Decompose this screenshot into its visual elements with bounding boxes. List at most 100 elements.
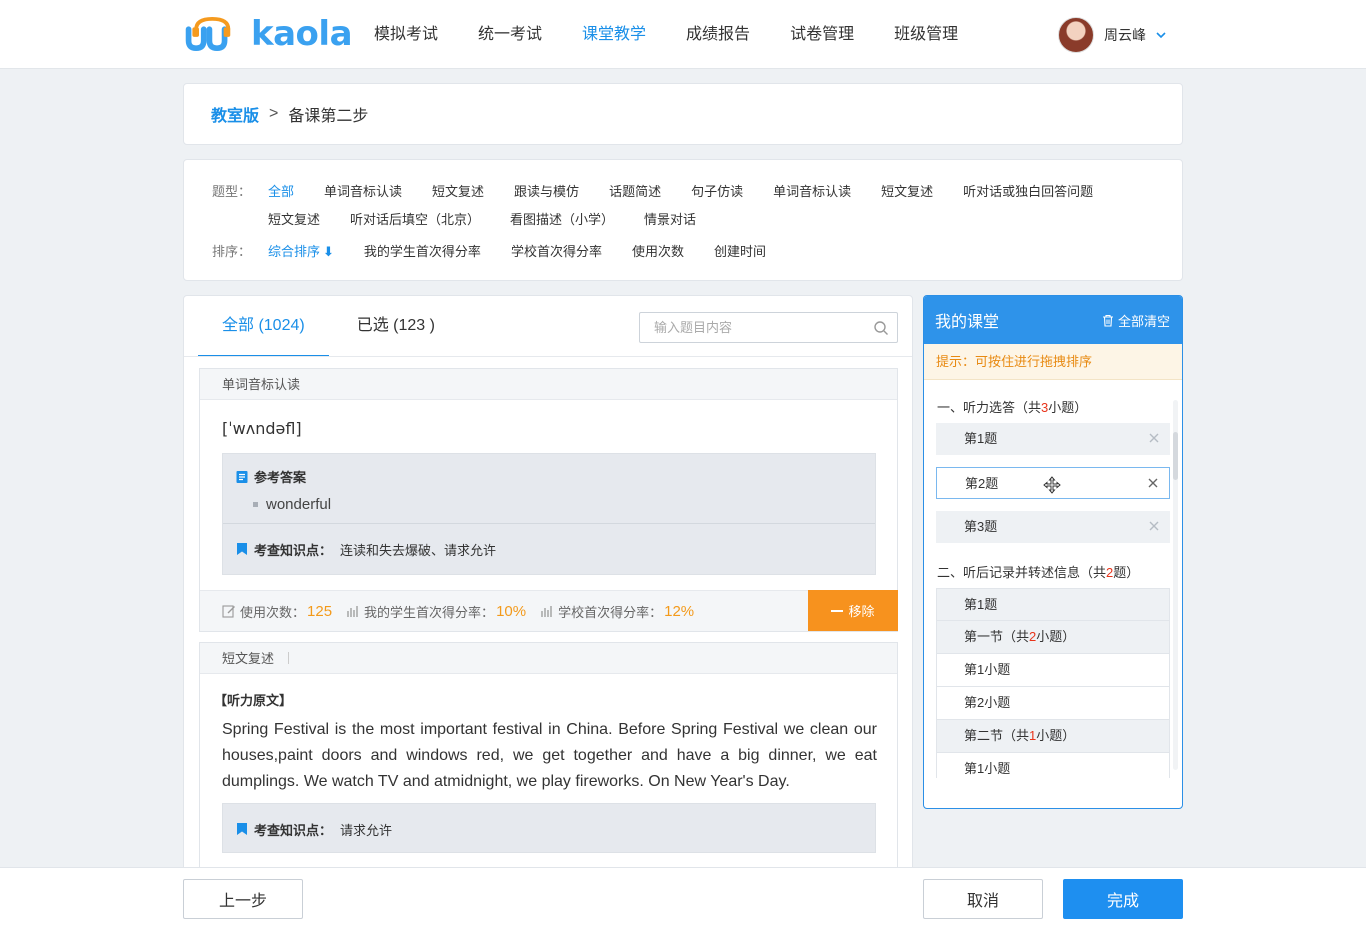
sort-label: 排序： <box>212 243 252 259</box>
item-label: 第2题 <box>965 476 999 491</box>
user-name: 周云峰 <box>1104 27 1146 43</box>
type-option[interactable]: 跟读与模仿 <box>514 181 579 200</box>
section-title: 一、听力选答（共3小题） <box>937 397 1087 416</box>
sort-option[interactable]: 我的学生首次得分率 <box>364 241 481 260</box>
knowledge-point: 考查知识点： 请求允许 <box>223 804 875 854</box>
sort-option[interactable]: 学校首次得分率 <box>511 241 602 260</box>
close-icon[interactable] <box>1148 520 1160 532</box>
tab-all[interactable]: 全部 (1024) <box>198 296 329 357</box>
clear-all-button[interactable]: 全部清空 <box>1102 311 1170 330</box>
tree-item[interactable]: 第1小题 <box>937 654 1170 687</box>
type-option[interactable]: 听对话或独白回答问题 <box>963 181 1093 200</box>
question-stats: 使用次数： 125 我的学生首次得分率： 10% 学校首次得分率： 12% 移除 <box>200 590 898 631</box>
done-button[interactable]: 完成 <box>1063 879 1183 919</box>
close-icon[interactable] <box>1148 432 1160 444</box>
sort-option[interactable]: 使用次数 <box>632 241 684 260</box>
section-prefix: 二、听后记录并转述信息（共 <box>937 565 1107 580</box>
usage-value: 125 <box>307 602 333 620</box>
footer-bar: 上一步 取消 完成 <box>0 867 1366 928</box>
type-option[interactable]: 情景对话 <box>644 209 696 228</box>
prev-step-button[interactable]: 上一步 <box>183 879 303 919</box>
answer-title-text: 参考答案 <box>254 470 307 485</box>
nav-classroom-teaching[interactable]: 课堂教学 <box>582 0 646 69</box>
remove-label: 移除 <box>848 604 875 619</box>
type-option[interactable]: 单词音标认读 <box>773 181 851 200</box>
usage-stat: 使用次数： 125 <box>222 602 332 621</box>
headphones-logo-icon <box>185 16 231 52</box>
question-card: 单词音标认读 [ˈwʌndəfl] 参考答案 wonderful 考查知识点： … <box>199 368 898 632</box>
classroom-item-dragging[interactable]: 第2题 <box>936 467 1170 499</box>
tree-item[interactable]: 第2小题 <box>937 687 1170 720</box>
answer-box: 参考答案 wonderful 考查知识点： 连读和失去爆破、请求允许 <box>222 453 876 575</box>
breadcrumb: 教室版 > 备课第二步 <box>183 83 1183 145</box>
knowledge-label: 考查知识点： <box>254 542 333 558</box>
divider <box>288 652 290 664</box>
tree-group[interactable]: 第一节（共2小题） <box>937 621 1170 654</box>
item-label: 第1题 <box>964 431 998 446</box>
section-suffix: 小题） <box>1048 400 1088 415</box>
original-text-title: 【听力原文】 <box>214 693 293 708</box>
document-icon <box>236 470 248 483</box>
my-classroom-panel: 我的课堂 全部清空 提示：可按住进行拖拽排序 一、听力选答（共3小题） 第1题 … <box>923 295 1183 809</box>
type-option[interactable]: 句子仿读 <box>691 181 743 200</box>
search-icon[interactable] <box>873 320 889 336</box>
main-nav: 模拟考试 统一考试 课堂教学 成绩报告 试卷管理 班级管理 <box>374 0 998 69</box>
type-option[interactable]: 单词音标认读 <box>324 181 402 200</box>
minus-icon <box>831 609 844 612</box>
classroom-item[interactable]: 第1题 <box>936 423 1170 455</box>
type-option[interactable]: 话题简述 <box>609 181 661 200</box>
nav-class-management[interactable]: 班级管理 <box>894 0 958 69</box>
sort-option[interactable]: 创建时间 <box>714 241 766 260</box>
logo[interactable]: kaola <box>183 14 353 54</box>
type-option[interactable]: 看图描述（小学） <box>510 209 614 228</box>
knowledge-point: 考查知识点： 连读和失去爆破、请求允许 <box>223 524 875 574</box>
classroom-item[interactable]: 第3题 <box>936 511 1170 543</box>
nav-score-report[interactable]: 成绩报告 <box>686 0 750 69</box>
item-label: 第3题 <box>964 519 998 534</box>
edit-icon <box>222 605 235 618</box>
drag-tip: 提示：可按住进行拖拽排序 <box>924 344 1182 380</box>
section-prefix: 一、听力选答（共 <box>937 400 1042 415</box>
type-option[interactable]: 短文复述 <box>432 181 484 200</box>
tabs-divider <box>184 356 912 357</box>
arrow-down-icon: ⬇ <box>323 243 334 259</box>
cancel-button[interactable]: 取消 <box>923 879 1043 919</box>
nav-mock-exam[interactable]: 模拟考试 <box>374 0 438 69</box>
bar-chart-icon <box>347 606 358 617</box>
logo-text: kaola <box>251 14 353 54</box>
answer-title: 参考答案 <box>235 467 875 486</box>
nav-unified-exam[interactable]: 统一考试 <box>478 0 542 69</box>
type-option[interactable]: 全部 <box>268 181 294 200</box>
user-menu[interactable]: 周云峰 <box>1058 17 1166 53</box>
tree-item[interactable]: 第1小题 <box>937 753 1170 778</box>
answer-text: wonderful <box>266 496 332 513</box>
knowledge-label: 考查知识点： <box>254 822 333 838</box>
type-filter-row-2: 短文复述 听对话后填空（北京） 看图描述（小学） 情景对话 <box>268 208 726 228</box>
school-rate-value: 12% <box>664 602 695 620</box>
my-rate-label: 我的学生首次得分率： <box>364 604 495 620</box>
sort-option-label: 综合排序 <box>268 243 321 259</box>
bar-chart-icon <box>541 606 552 617</box>
tree-group[interactable]: 第二节（共1小题） <box>937 720 1170 753</box>
type-option[interactable]: 听对话后填空（北京） <box>350 209 480 228</box>
type-option[interactable]: 短文复述 <box>268 209 320 228</box>
breadcrumb-root[interactable]: 教室版 <box>211 102 259 126</box>
tree-item[interactable]: 第1题 <box>937 588 1170 621</box>
sort-option-composite[interactable]: 综合排序 ⬇ <box>268 241 334 260</box>
search-input[interactable] <box>654 320 864 335</box>
top-navbar: kaola 模拟考试 统一考试 课堂教学 成绩报告 试卷管理 班级管理 周云峰 <box>0 0 1366 69</box>
my-rate-stat: 我的学生首次得分率： 10% <box>346 602 526 621</box>
filter-panel: 题型： 全部 单词音标认读 短文复述 跟读与模仿 话题简述 句子仿读 单词音标认… <box>183 159 1183 281</box>
scrollbar-thumb[interactable] <box>1173 432 1178 480</box>
type-filter-row: 题型： 全部 单词音标认读 短文复述 跟读与模仿 话题简述 句子仿读 单词音标认… <box>212 180 1093 200</box>
nav-paper-management[interactable]: 试卷管理 <box>790 0 854 69</box>
question-type: 短文复述 <box>222 650 275 666</box>
remove-button[interactable]: 移除 <box>808 590 898 631</box>
question-card: 短文复述 【听力原文】 Spring Festival is the most … <box>199 642 898 894</box>
classroom-title: 我的课堂 <box>935 314 1000 331</box>
tab-selected[interactable]: 已选 (123 ) <box>333 296 459 357</box>
move-cursor-icon <box>1043 476 1061 494</box>
question-list-panel: 全部 (1024) 已选 (123 ) 单词音标认读 [ˈwʌndəfl] 参考… <box>183 295 913 895</box>
type-option[interactable]: 短文复述 <box>881 181 933 200</box>
close-icon[interactable] <box>1147 477 1159 489</box>
